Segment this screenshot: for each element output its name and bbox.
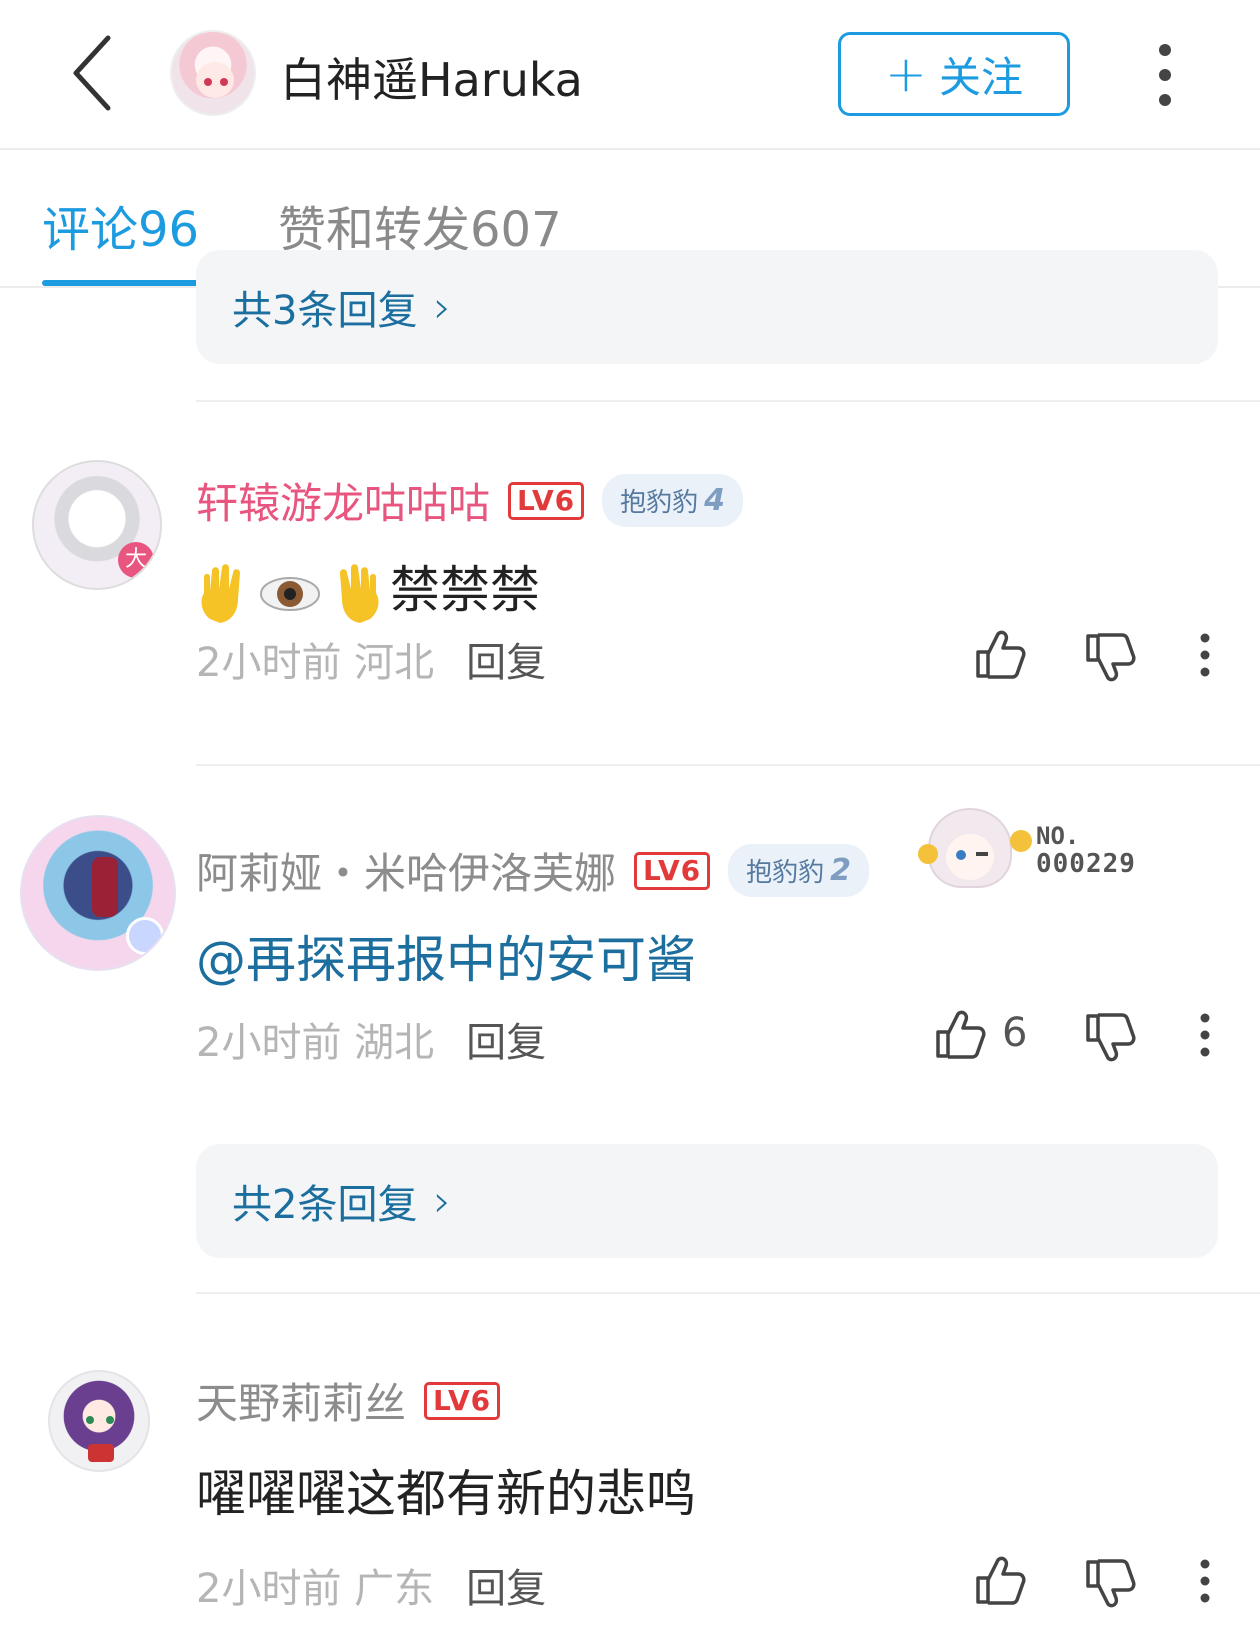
comment-text: 禁禁禁 (390, 561, 540, 619)
fan-badge-label: 抱豹豹 (620, 488, 699, 518)
comment-location: 广东 (354, 1566, 435, 1612)
commenter-avatar[interactable] (48, 1370, 150, 1472)
raised-hand-icon (201, 563, 240, 623)
mention-link[interactable]: @再探再报中的安可酱 (196, 931, 696, 989)
fan-badge[interactable]: 抱豹豹 4 (602, 474, 744, 527)
thumbs-up-icon[interactable] (972, 626, 1028, 682)
comment-text: 嚁嚁嚁这都有新的悲鸣 (196, 1465, 696, 1523)
comment-header: 轩辕游龙咕咕咕 LV6 抱豹豹 4 (196, 470, 744, 531)
commenter-avatar[interactable]: 大 (32, 460, 162, 590)
comment-meta: 2小时前 广东 回复 (196, 1556, 546, 1614)
thumbs-up-icon[interactable] (932, 1006, 988, 1062)
chevron-right-icon: › (433, 1175, 452, 1227)
follow-button[interactable]: + 关注 (838, 32, 1070, 116)
comment-time: 2小时前 (196, 640, 342, 686)
comment-more-icon[interactable] (1196, 630, 1214, 680)
more-options-icon[interactable] (1150, 40, 1180, 110)
fan-badge-level: 4 (704, 483, 726, 518)
chevron-right-icon: › (433, 281, 452, 333)
divider (196, 1292, 1260, 1294)
comment-time: 2小时前 (196, 1020, 342, 1066)
comment-location: 河北 (354, 640, 435, 686)
fan-badge-label: 抱豹豹 (746, 858, 825, 888)
plus-icon: + (885, 45, 927, 103)
comment-more-icon[interactable] (1196, 1010, 1214, 1060)
collection-badge-avatar[interactable] (918, 800, 1032, 890)
comment-header: 天野莉莉丝 LV6 (196, 1370, 501, 1431)
level-badge: LV6 (508, 481, 585, 520)
like-count: 6 (1002, 1010, 1028, 1056)
comment-time-location: 2小时前 广东 (196, 1556, 434, 1614)
reply-button[interactable]: 回复 (466, 630, 546, 688)
reply-button[interactable]: 回复 (466, 1010, 546, 1068)
comment-location: 湖北 (354, 1020, 435, 1066)
comment-body: 嚁嚁嚁这都有新的悲鸣 (196, 1454, 696, 1526)
top-bar: 白神遥Haruka + 关注 (0, 0, 1260, 150)
comment-header: 阿莉娅・米哈伊洛芙娜 LV6 抱豹豹 2 (196, 840, 870, 901)
comment-body: 禁禁禁 (196, 550, 540, 625)
reply-button[interactable]: 回复 (466, 1556, 546, 1614)
commenter-name[interactable]: 阿莉娅・米哈伊洛芙娜 (196, 840, 616, 901)
comment-time-location: 2小时前 河北 (196, 630, 434, 688)
divider (196, 400, 1260, 402)
fan-badge[interactable]: 抱豹豹 2 (728, 844, 870, 897)
thumbs-down-icon[interactable] (1082, 630, 1138, 686)
author-name[interactable]: 白神遥Haruka (280, 44, 583, 110)
commenter-name[interactable]: 天野莉莉丝 (196, 1370, 406, 1431)
comment-meta: 2小时前 河北 回复 (196, 630, 546, 688)
collection-number-badge: NO. 000229 (1036, 822, 1136, 878)
commenter-name[interactable]: 轩辕游龙咕咕咕 (196, 470, 490, 531)
follow-label: 关注 (938, 52, 1023, 102)
comment-more-icon[interactable] (1196, 1556, 1214, 1606)
level-badge: LV6 (424, 1381, 501, 1420)
comment-body: @再探再报中的安可酱 (196, 920, 696, 992)
thumbs-up-icon[interactable] (972, 1552, 1028, 1608)
divider (196, 764, 1260, 766)
eye-icon (260, 576, 320, 611)
collection-number-prefix: NO. (1036, 822, 1080, 850)
author-avatar[interactable] (170, 30, 256, 116)
thumbs-down-icon[interactable] (1082, 1556, 1138, 1612)
raised-hand-icon (340, 563, 379, 623)
comment-time: 2小时前 (196, 1566, 342, 1612)
replies-count-label: 共2条回复 (232, 1182, 418, 1228)
thumbs-down-icon[interactable] (1082, 1010, 1138, 1066)
level-badge: LV6 (634, 851, 711, 890)
view-replies-button[interactable]: 共2条回复 › (196, 1144, 1218, 1258)
comment-time-location: 2小时前 湖北 (196, 1010, 434, 1068)
back-arrow-icon[interactable] (60, 28, 130, 118)
comment-meta: 2小时前 湖北 回复 (196, 1010, 546, 1068)
commenter-avatar[interactable] (20, 815, 176, 971)
fan-badge-level: 2 (830, 853, 852, 888)
tab-bar-overlay (0, 152, 1260, 288)
collection-number: 000229 (1036, 849, 1136, 879)
